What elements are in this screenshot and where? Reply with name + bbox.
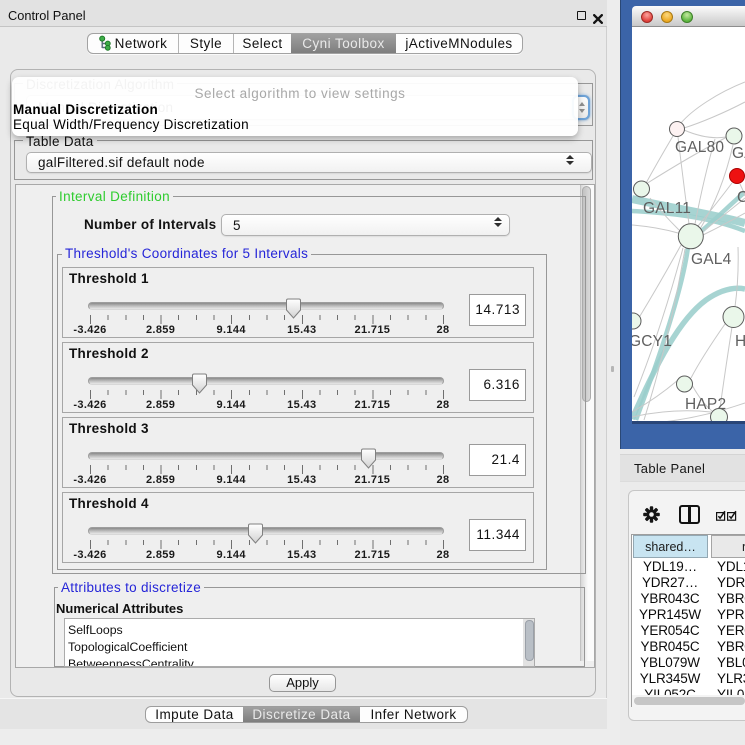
svg-text:C: C: [737, 189, 745, 206]
svg-text:GA: GA: [732, 145, 745, 162]
svg-text:GAL4: GAL4: [691, 251, 732, 268]
svg-text:GCY1: GCY1: [632, 333, 672, 350]
svg-text:HAP2: HAP2: [685, 396, 726, 413]
svg-text:H: H: [735, 333, 745, 350]
svg-text:GAL11: GAL11: [643, 200, 691, 217]
svg-text:GAL80: GAL80: [675, 139, 724, 156]
